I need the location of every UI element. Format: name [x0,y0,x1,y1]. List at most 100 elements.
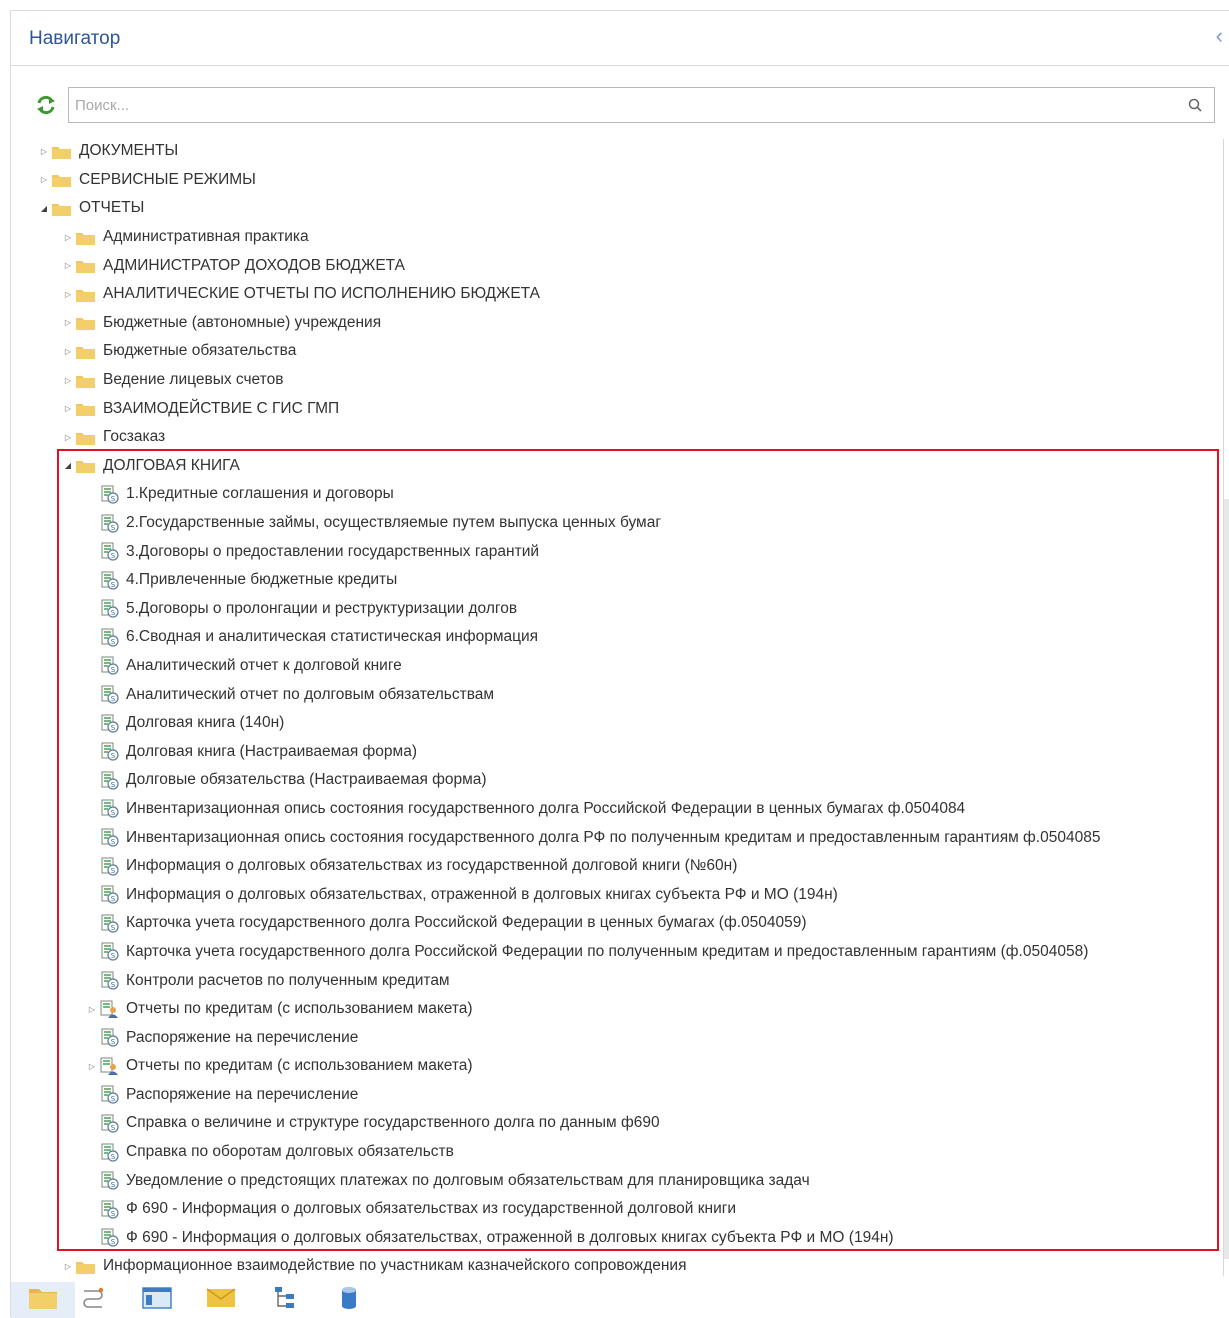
tree-report-node[interactable]: S 4.Привлеченные бюджетные кредиты [11,566,1229,595]
tree-report-node[interactable]: S 3.Договоры о предоставлении государстве… [11,537,1229,566]
collapse-arrow-icon[interactable]: ▷ [63,376,73,385]
collapse-arrow-icon[interactable]: ▷ [63,433,73,442]
tree-report-node[interactable]: S Долговая книга (140н) [11,709,1229,738]
tree-folder-node[interactable]: ▷ ВЗАИМОДЕЙСТВИЕ С ГИС ГМП [11,394,1229,423]
search-input[interactable] [69,88,1181,122]
collapse-arrow-icon[interactable]: ▷ [39,147,49,156]
tree-folder-node[interactable]: ▷ СЕРВИСНЫЕ РЕЖИМЫ [11,166,1229,195]
svg-text:S: S [111,609,116,617]
workflow-toolbar-button[interactable] [67,1282,119,1318]
report-icon: S [100,1143,119,1162]
tree-node-label: ОТЧЕТЫ [79,199,145,217]
collapse-arrow-icon[interactable]: ▷ [63,261,73,270]
tree-folder-node[interactable]: ▷ ДОКУМЕНТЫ [11,137,1229,166]
tree-report-node[interactable]: S Ф 690 - Информация о долговых обязатель… [11,1224,1229,1253]
tree-report-node[interactable]: S 1.Кредитные соглашения и договоры [11,480,1229,509]
navigator-tree: ▷ ДОКУМЕНТЫ ▷ СЕРВИСНЫЕ РЕЖИМЫ ◢ ОТЧЕТЫ ▷ Админ… [11,137,1229,1281]
folder-icon [76,259,95,274]
tree-report-node[interactable]: S Контроли расчетов по полученным кредита… [11,966,1229,995]
tree-report-node[interactable]: S Карточка учета государственного долга Р… [11,909,1229,938]
workflow-icon [80,1285,106,1316]
svg-text:S: S [111,552,116,560]
expand-arrow-icon[interactable]: ◢ [63,461,73,470]
tree-folder-node[interactable]: ▷ АНАЛИТИЧЕСКИЕ ОТЧЕТЫ ПО ИСПОЛНЕНИЮ БЮДЖ… [11,280,1229,309]
svg-text:S: S [111,1038,116,1046]
tree-report-node[interactable]: S Распоряжение на перечисление [11,1023,1229,1052]
tree-report-node[interactable]: S Справка по оборотам долговых обязательс… [11,1138,1229,1167]
collapse-arrow-icon[interactable]: ▷ [63,318,73,327]
tree-node-label: Отчеты по кредитам (с использованием мак… [126,1000,473,1018]
tree-folder-node[interactable]: ▷ Ведение лицевых счетов [11,366,1229,395]
tree-report-node[interactable]: S Справка о величине и структуре государс… [11,1109,1229,1138]
mail-toolbar-button[interactable] [195,1282,247,1318]
tree-node-label: СЕРВИСНЫЕ РЕЖИМЫ [79,170,256,188]
collapse-icon[interactable]: ‹ [1216,25,1223,47]
collapse-arrow-icon[interactable]: ▷ [39,175,49,184]
refresh-icon[interactable] [35,94,57,116]
folder-toolbar-button[interactable] [11,1282,75,1318]
database-toolbar-button[interactable] [323,1282,375,1318]
tree-node-label: Инвентаризационная опись состояния госуд… [126,799,966,817]
tree-node-label: ДОЛГОВАЯ КНИГА [103,456,240,474]
tree-report-node[interactable]: S 5.Договоры о пролонгации и реструктуриз… [11,595,1229,624]
collapse-arrow-icon[interactable]: ▷ [63,290,73,299]
tree-report-node[interactable]: S Информация о долговых обязательствах из… [11,852,1229,881]
tree-node-label: Карточка учета государственного долга Ро… [126,914,807,932]
tree-report-node[interactable]: S Информация о долговых обязательствах, о… [11,880,1229,909]
svg-text:S: S [111,781,116,789]
report-icon: S [100,799,119,819]
tree-node-label: Долговые обязательства (Настраиваемая фо… [126,771,487,789]
svg-text:S: S [111,1238,116,1246]
tree-folder-node[interactable]: ▷ Административная практика [11,223,1229,252]
tree-report-node[interactable]: S Ф 690 - Информация о долговых обязатель… [11,1195,1229,1224]
tree-folder-node[interactable]: ▷ АДМИНИСТРАТОР ДОХОДОВ БЮДЖЕТА [11,251,1229,280]
collapse-arrow-icon[interactable]: ▷ [63,1262,73,1271]
search-box[interactable] [68,87,1215,123]
tree-report-node[interactable]: S Распоряжение на перечисление [11,1081,1229,1110]
folder-icon [76,316,95,331]
tree-report-node[interactable]: S Карточка учета государственного долга Р… [11,938,1229,967]
search-icon[interactable] [1188,98,1202,112]
tree-report-node[interactable]: ▷ Отчеты по кредитам (с использованием ма… [11,1052,1229,1081]
tree-report-node[interactable]: S Долговая книга (Настраиваемая форма) [11,737,1229,766]
svg-text:S: S [111,809,116,817]
report-icon: S [100,828,119,847]
report-icon: S [100,685,119,704]
tree-structure-toolbar-button[interactable] [259,1282,311,1318]
window-toolbar-button[interactable] [131,1282,183,1318]
tree-report-node[interactable]: S 6.Сводная и аналитическая статистическа… [11,623,1229,652]
report-icon: S [100,542,119,561]
svg-text:S: S [111,495,116,503]
svg-text:S: S [111,1153,116,1161]
tree-report-node[interactable]: S Долговые обязательства (Настраиваемая ф… [11,766,1229,795]
tree-report-node[interactable]: S Уведомление о предстоящих платежах по д… [11,1166,1229,1195]
collapse-arrow-icon[interactable]: ▷ [63,233,73,242]
tree-report-node[interactable]: S 2.Государственные займы, осуществляемые… [11,509,1229,538]
tree-folder-node[interactable]: ▷ Госзаказ [11,423,1229,452]
collapse-arrow-icon[interactable]: ▷ [63,347,73,356]
tree-report-node[interactable]: S Инвентаризационная опись состояния госу… [11,823,1229,852]
scrollbar[interactable] [1223,139,1229,1279]
folder-icon [28,1286,58,1315]
folder-icon [76,1260,95,1274]
tree-report-node[interactable]: S Инвентаризационная опись состояния госу… [11,795,1229,824]
tree-node-label: Справка по оборотам долговых обязательст… [126,1143,454,1161]
panel-header: Навигатор ‹ [11,11,1229,66]
report-icon: S [100,942,119,962]
collapse-arrow-icon[interactable]: ▷ [87,1062,97,1071]
tree-folder-node[interactable]: ◢ ДОЛГОВАЯ КНИГА [11,452,1229,481]
tree-node-label: АДМИНИСТРАТОР ДОХОДОВ БЮДЖЕТА [103,256,405,274]
tree-folder-node[interactable]: ▷ Бюджетные обязательства [11,337,1229,366]
tree-report-node[interactable]: S Аналитический отчет по долговым обязате… [11,680,1229,709]
tree-report-node[interactable]: ▷ Отчеты по кредитам (с использованием ма… [11,995,1229,1024]
collapse-arrow-icon[interactable]: ▷ [63,404,73,413]
svg-text:S: S [111,524,116,532]
expand-arrow-icon[interactable]: ◢ [39,204,49,213]
tree-report-node[interactable]: S Аналитический отчет к долговой книге [11,652,1229,681]
scrollbar-thumb[interactable] [1224,499,1229,1259]
navigator-panel: Навигатор ‹ ▷ ДОКУМЕНТЫ ▷ СЕРВИСНЫЕ РЕЖИМЫ ◢… [10,10,1229,1318]
tree-folder-node[interactable]: ◢ ОТЧЕТЫ [11,194,1229,223]
folder-icon [76,231,95,245]
collapse-arrow-icon[interactable]: ▷ [87,1005,97,1014]
tree-folder-node[interactable]: ▷ Бюджетные (автономные) учреждения [11,309,1229,338]
